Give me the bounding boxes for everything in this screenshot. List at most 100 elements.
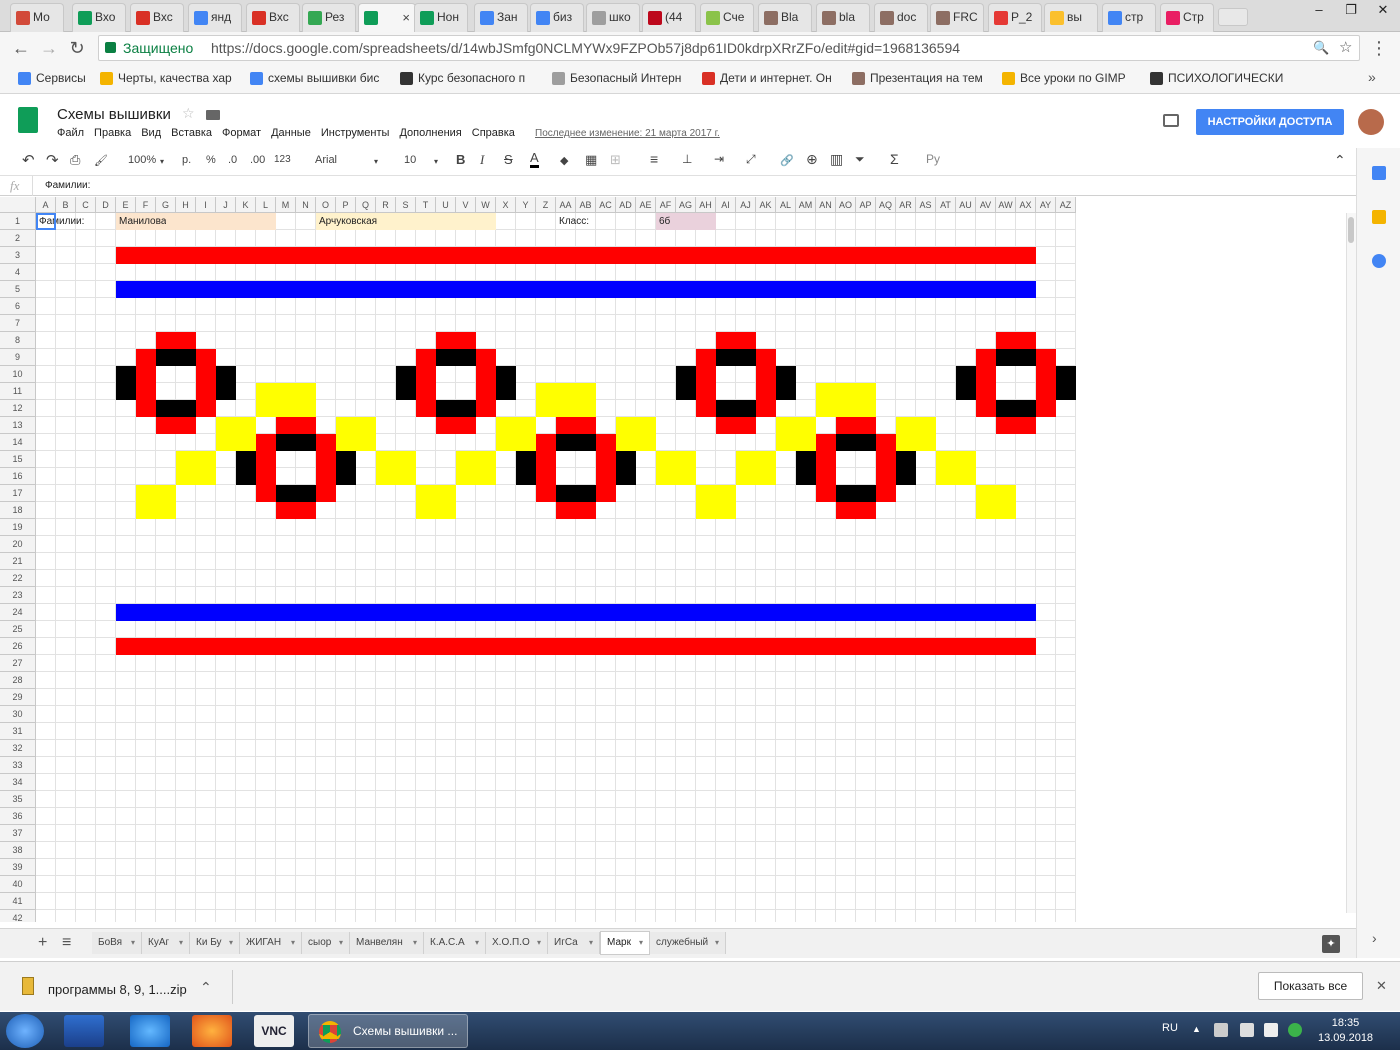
sheet-tab[interactable]: КуАг ▾	[142, 932, 190, 954]
flower-pixel[interactable]	[256, 434, 276, 451]
flower-pixel[interactable]	[196, 400, 216, 417]
cell-af1[interactable]: 6б	[656, 213, 670, 230]
flower-pixel[interactable]	[1056, 366, 1076, 400]
chrome-menu-button[interactable]: ⋮	[1368, 37, 1390, 59]
flower-pixel[interactable]	[976, 366, 996, 400]
zigzag-pixel[interactable]	[696, 485, 736, 519]
calendar-icon[interactable]	[1372, 166, 1386, 180]
internet-explorer-icon[interactable]	[130, 1015, 170, 1047]
zigzag-pixel[interactable]	[216, 417, 256, 451]
column-header[interactable]: N	[296, 197, 316, 213]
bookmark-star-icon[interactable]: ☆	[1339, 36, 1352, 60]
column-header[interactable]: X	[496, 197, 516, 213]
flower-pixel[interactable]	[876, 451, 896, 485]
zigzag-pixel[interactable]	[776, 417, 816, 451]
zigzag-pixel[interactable]	[296, 383, 316, 400]
column-header[interactable]: L	[256, 197, 276, 213]
column-header[interactable]: A	[36, 197, 56, 213]
flower-pixel[interactable]	[836, 417, 876, 434]
sheet-tab-menu-icon[interactable]: ▾	[589, 932, 593, 954]
flower-pixel[interactable]	[136, 366, 156, 400]
flower-pixel[interactable]	[276, 485, 316, 502]
merge-cells-icon[interactable]: ⊞	[610, 152, 621, 168]
zigzag-pixel[interactable]	[296, 400, 316, 417]
firefox-icon[interactable]	[192, 1015, 232, 1047]
sheet-tab[interactable]: служебный ▾	[650, 932, 726, 954]
row-header[interactable]: 1	[0, 213, 36, 230]
browser-tab[interactable]: Bla	[758, 3, 812, 32]
flower-pixel[interactable]	[796, 451, 816, 485]
add-sheet-button[interactable]: +	[38, 934, 47, 952]
zigzag-pixel[interactable]	[456, 451, 496, 485]
row-header[interactable]: 34	[0, 774, 36, 791]
column-header[interactable]: AD	[616, 197, 636, 213]
decrease-decimal-button[interactable]: .0	[228, 154, 237, 166]
bookmark-item[interactable]: схемы вышивки бис	[250, 71, 379, 85]
flower-pixel[interactable]	[436, 417, 476, 434]
flower-pixel[interactable]	[116, 366, 136, 400]
formula-input[interactable]: Фамилии:	[45, 180, 90, 191]
column-header[interactable]: F	[136, 197, 156, 213]
flower-pixel[interactable]	[716, 417, 756, 434]
flower-pixel[interactable]	[1036, 349, 1056, 366]
flower-pixel[interactable]	[556, 434, 596, 451]
sheet-tab[interactable]: Марк ▾	[600, 931, 650, 955]
browser-tab[interactable]: Вхс	[130, 3, 184, 32]
more-formats-button[interactable]: 123	[274, 154, 291, 165]
column-header[interactable]: AU	[956, 197, 976, 213]
row-header[interactable]: 41	[0, 893, 36, 910]
row-header[interactable]: 29	[0, 689, 36, 706]
new-tab-button[interactable]	[1218, 8, 1248, 26]
column-header[interactable]: S	[396, 197, 416, 213]
redo-icon[interactable]: ↷	[46, 151, 59, 169]
bold-button[interactable]: B	[456, 152, 465, 167]
row-header[interactable]: 24	[0, 604, 36, 621]
tray-expand-icon[interactable]: ▲	[1192, 1024, 1201, 1034]
column-header[interactable]: AP	[856, 197, 876, 213]
menu-item[interactable]: Инструменты	[321, 127, 390, 139]
column-header[interactable]: G	[156, 197, 176, 213]
flower-pixel[interactable]	[556, 502, 596, 519]
flower-pixel[interactable]	[196, 366, 216, 400]
input-tools-button[interactable]: Ру	[926, 152, 940, 166]
flower-pixel[interactable]	[836, 485, 876, 502]
folder-icon[interactable]	[206, 110, 220, 120]
insert-link-icon[interactable]: 🔗	[780, 154, 794, 167]
column-header[interactable]: AM	[796, 197, 816, 213]
zigzag-pixel[interactable]	[576, 383, 596, 400]
antivirus-icon[interactable]	[1288, 1023, 1302, 1037]
column-header[interactable]: AC	[596, 197, 616, 213]
flower-pixel[interactable]	[716, 332, 756, 349]
row-header[interactable]: 42	[0, 910, 36, 922]
flower-pixel[interactable]	[156, 400, 196, 417]
column-header[interactable]: AJ	[736, 197, 756, 213]
browser-tab[interactable]: Мо	[10, 3, 64, 32]
row-header[interactable]: 19	[0, 519, 36, 536]
zigzag-pixel[interactable]	[336, 417, 376, 451]
paint-format-icon[interactable]: 🖌	[94, 154, 108, 167]
horizontal-align-icon[interactable]: ≡	[650, 151, 658, 167]
fill-color-icon[interactable]: ◆	[560, 154, 568, 167]
currency-format-button[interactable]: р.	[182, 154, 191, 166]
zigzag-pixel[interactable]	[856, 400, 876, 417]
column-header[interactable]: Z	[536, 197, 556, 213]
sheet-tab[interactable]: Манвелян ▾	[350, 932, 424, 954]
flower-pixel[interactable]	[556, 417, 596, 434]
row-header[interactable]: 27	[0, 655, 36, 672]
flower-pixel[interactable]	[1036, 366, 1056, 400]
flower-pixel[interactable]	[556, 485, 596, 502]
column-header[interactable]: D	[96, 197, 116, 213]
column-header[interactable]: T	[416, 197, 436, 213]
flower-pixel[interactable]	[276, 417, 316, 434]
column-header[interactable]: U	[436, 197, 456, 213]
zigzag-pixel[interactable]	[856, 383, 876, 400]
borders-icon[interactable]: ▦	[585, 152, 597, 168]
flower-pixel[interactable]	[536, 451, 556, 485]
red-stripe[interactable]	[116, 247, 1036, 264]
blue-stripe[interactable]	[116, 281, 1036, 298]
print-icon[interactable]: ⎙	[70, 152, 80, 168]
flower-pixel[interactable]	[696, 400, 716, 417]
cell-o1[interactable]: Арчуковская	[316, 213, 377, 230]
flower-pixel[interactable]	[776, 366, 796, 400]
row-header[interactable]: 16	[0, 468, 36, 485]
